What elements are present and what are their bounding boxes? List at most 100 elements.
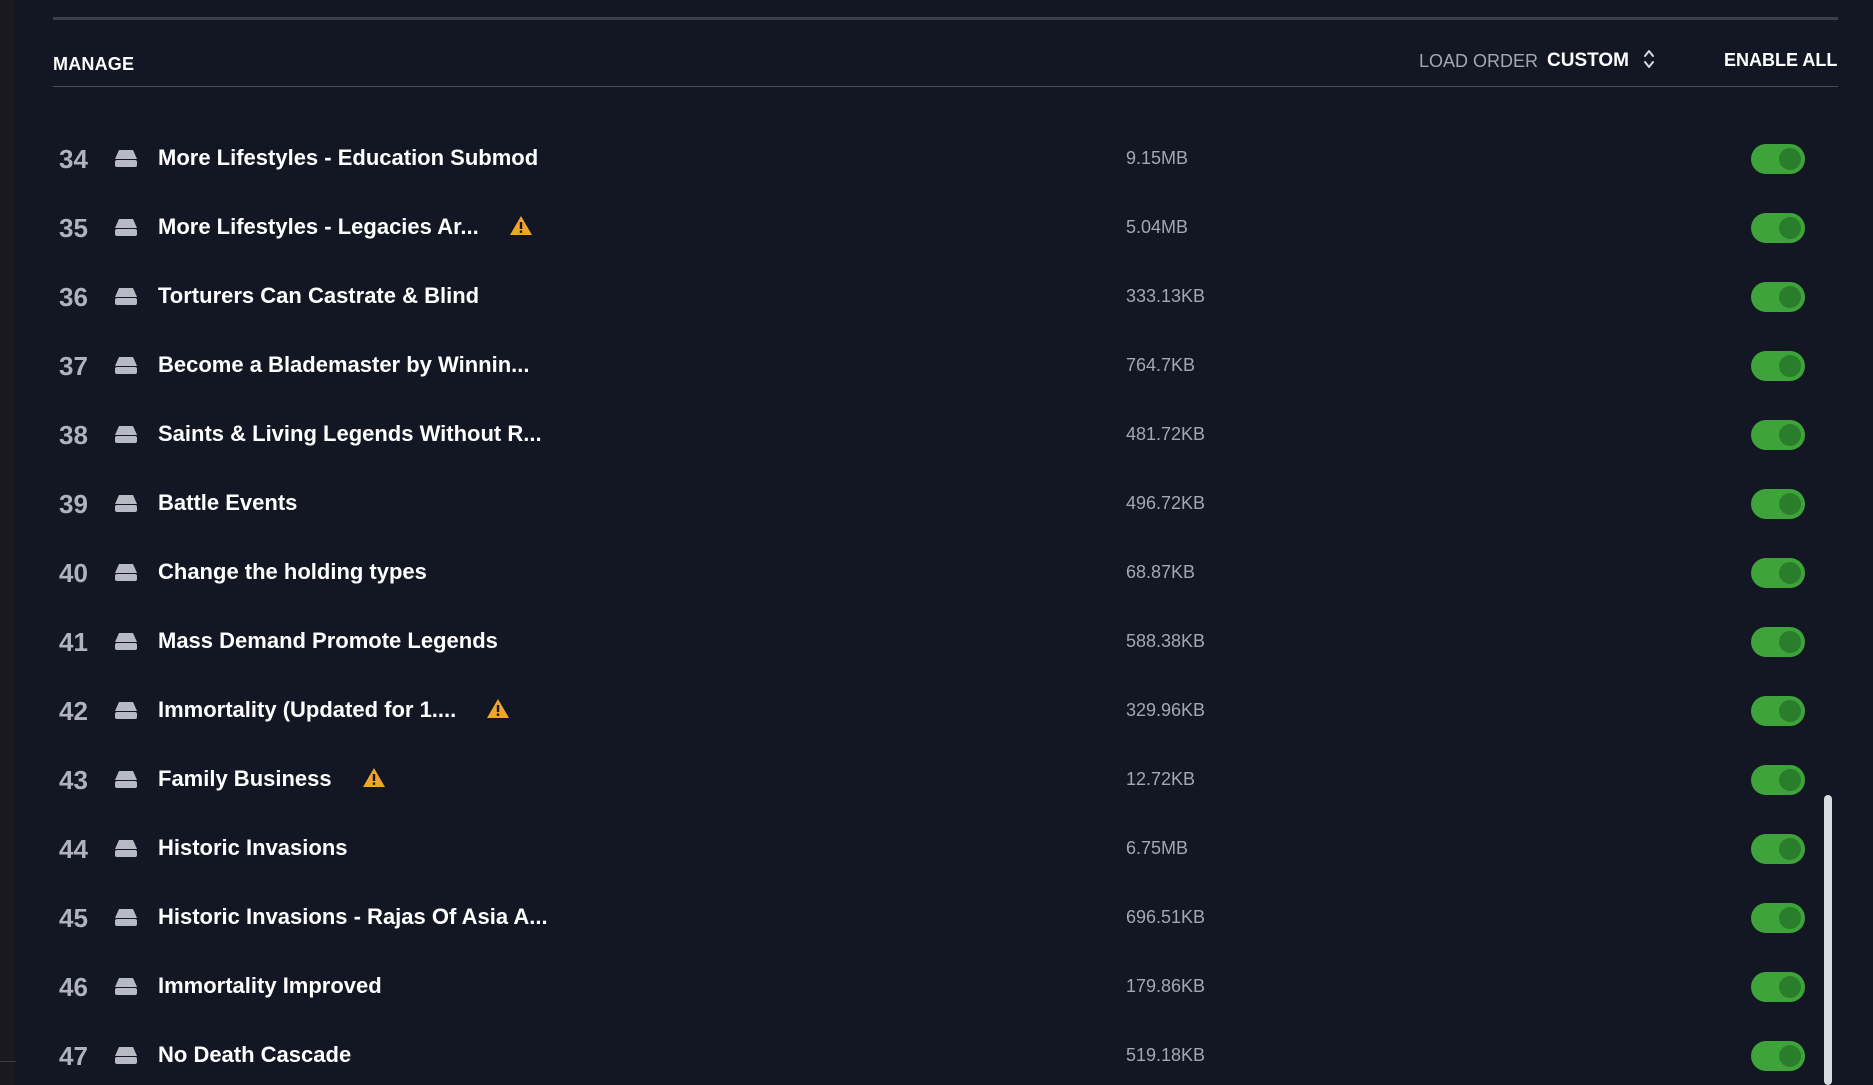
mod-order-number: 39 [59,489,88,519]
mod-size: 179.86KB [1126,976,1206,996]
mod-name: Immortality (Updated for 1.... [158,697,457,722]
toggle-knob [1779,700,1801,722]
enable-all-button[interactable]: ENABLE ALL [1724,50,1837,71]
toggle-knob [1779,1045,1801,1067]
load-order-label: LOAD ORDER [1419,51,1539,71]
mod-order-number: 37 [59,351,88,381]
mod-enable-toggle[interactable] [1751,420,1805,450]
toggle-knob [1779,424,1801,446]
mod-row[interactable]: 42 Immortality (Updated for 1.... 329.96KB [53,676,1838,745]
mod-enable-toggle[interactable] [1751,696,1805,726]
mod-enable-toggle[interactable] [1751,1041,1805,1071]
mod-name: Immortality Improved [158,973,382,998]
mod-order-number: 34 [59,144,88,174]
warning-icon[interactable] [486,697,510,719]
toggle-knob [1779,976,1801,998]
mod-name: Family Business [158,766,332,791]
toggle-knob [1779,907,1801,929]
toggle-knob [1779,286,1801,308]
mod-name: Become a Blademaster by Winnin... [158,352,530,377]
mod-size: 588.38KB [1126,631,1206,651]
local-drive-icon [115,426,137,443]
mod-name: Change the holding types [158,559,427,584]
mod-row[interactable]: 46 Immortality Improved 179.86KB [53,952,1838,1021]
mod-name: Saints & Living Legends Without R... [158,421,542,446]
mod-size: 333.13KB [1126,286,1206,306]
mod-enable-toggle[interactable] [1751,144,1805,174]
mod-size: 696.51KB [1126,907,1206,927]
mod-row[interactable]: 40 Change the holding types 68.87KB [53,538,1838,607]
sort-chevrons-icon[interactable] [1642,48,1656,70]
toggle-knob [1779,493,1801,515]
mod-row[interactable]: 44 Historic Invasions 6.75MB [53,814,1838,883]
mod-row[interactable]: 43 Family Business 12.72KB [53,745,1838,814]
mod-enable-toggle[interactable] [1751,558,1805,588]
mod-order-number: 36 [59,282,88,312]
manage-header: MANAGE LOAD ORDER CUSTOM ENABLE ALL [53,20,1838,87]
mod-enable-toggle[interactable] [1751,489,1805,519]
mod-order-number: 41 [59,627,88,657]
toggle-knob [1779,148,1801,170]
mod-row[interactable]: 45 Historic Invasions - Rajas Of Asia A..… [53,883,1838,952]
toggle-knob [1779,631,1801,653]
mod-enable-toggle[interactable] [1751,627,1805,657]
manage-title: MANAGE [53,54,135,74]
mod-manager-panel: MANAGE LOAD ORDER CUSTOM ENABLE ALL 34 Mo… [0,0,1873,1085]
mod-enable-toggle[interactable] [1751,765,1805,795]
load-order-select[interactable]: CUSTOM [1547,50,1629,72]
mod-size: 496.72KB [1126,493,1206,513]
mod-enable-toggle[interactable] [1751,282,1805,312]
mod-enable-toggle[interactable] [1751,351,1805,381]
mod-row[interactable]: 35 More Lifestyles - Legacies Ar... 5.04MB [53,193,1838,262]
mod-enable-toggle[interactable] [1751,834,1805,864]
local-drive-icon [115,1047,137,1064]
mod-name: Battle Events [158,490,298,515]
mod-name: More Lifestyles - Education Submod [158,145,539,170]
mod-order-number: 40 [59,558,88,588]
local-drive-icon [115,150,137,167]
mod-row[interactable]: 38 Saints & Living Legends Without R... 48… [53,400,1838,469]
mod-enable-toggle[interactable] [1751,972,1805,1002]
mod-row[interactable]: 34 More Lifestyles - Education Submod 9.15… [53,124,1838,193]
mod-name: Mass Demand Promote Legends [158,628,498,653]
mod-row[interactable]: 39 Battle Events 496.72KB [53,469,1838,538]
local-drive-icon [115,288,137,305]
mod-order-number: 38 [59,420,88,450]
toggle-knob [1779,769,1801,791]
local-drive-icon [115,564,137,581]
mod-size: 329.96KB [1126,700,1206,720]
warning-icon[interactable] [362,766,386,788]
toggle-knob [1779,838,1801,860]
local-drive-icon [115,909,137,926]
mod-order-number: 42 [59,696,88,726]
local-drive-icon [115,840,137,857]
local-drive-icon [115,219,137,236]
mod-order-number: 45 [59,903,88,933]
toggle-knob [1779,355,1801,377]
toggle-knob [1779,217,1801,239]
mod-row[interactable]: 37 Become a Blademaster by Winnin... 764.7… [53,331,1838,400]
left-edge-divider [0,1061,16,1062]
local-drive-icon [115,357,137,374]
local-drive-icon [115,633,137,650]
local-drive-icon [115,978,137,995]
mod-row[interactable]: 36 Torturers Can Castrate & Blind 333.13KB [53,262,1838,331]
scrollbar-thumb[interactable] [1824,795,1832,1085]
mod-order-number: 47 [59,1041,88,1071]
mod-size: 519.18KB [1126,1045,1206,1065]
mod-name: Historic Invasions - Rajas Of Asia A... [158,904,548,929]
mod-enable-toggle[interactable] [1751,903,1805,933]
warning-icon[interactable] [509,214,533,236]
mod-row[interactable]: 47 No Death Cascade 519.18KB [53,1021,1838,1085]
mod-order-number: 35 [59,213,88,243]
mod-size: 481.72KB [1126,424,1206,444]
local-drive-icon [115,771,137,788]
mod-size: 764.7KB [1126,355,1196,375]
mod-enable-toggle[interactable] [1751,213,1805,243]
mod-name: No Death Cascade [158,1042,352,1067]
mod-name: More Lifestyles - Legacies Ar... [158,214,479,239]
mod-name: Torturers Can Castrate & Blind [158,283,480,308]
toggle-knob [1779,562,1801,584]
local-drive-icon [115,702,137,719]
mod-row[interactable]: 41 Mass Demand Promote Legends 588.38KB [53,607,1838,676]
